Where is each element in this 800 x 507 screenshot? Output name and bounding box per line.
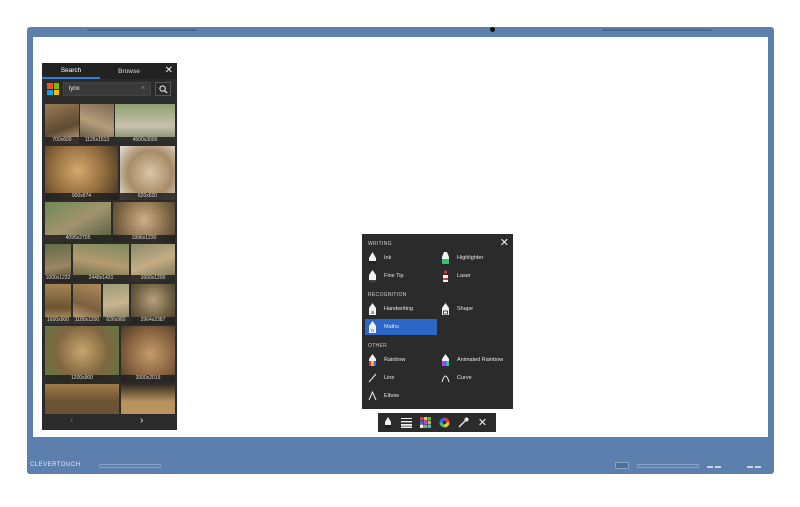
color-grid-icon: [420, 417, 431, 428]
section-other: OTHER: [368, 343, 387, 349]
usb-port-slot: [637, 464, 699, 468]
highlighter-icon: [440, 252, 450, 264]
color-wheel-button[interactable]: [435, 413, 454, 432]
image-result[interactable]: 900x674: [45, 146, 118, 200]
pen-option-handwriting[interactable]: a Handwriting: [367, 301, 413, 317]
microsoft-logo-icon: [47, 83, 59, 95]
image-result[interactable]: 626x960: [103, 284, 129, 324]
image-result[interactable]: [121, 384, 175, 414]
image-result[interactable]: 1180x1200: [73, 284, 101, 324]
search-row: lynx ×: [42, 79, 177, 101]
rainbow-pen-icon: [367, 354, 377, 366]
page: Search Browse ✕ lynx × 700x600 1125x1513…: [0, 0, 800, 507]
section-recognition: RECOGNITION: [368, 292, 407, 298]
image-result[interactable]: [45, 384, 119, 414]
image-result[interactable]: 620x620: [120, 146, 175, 200]
pen-option-line[interactable]: Line: [367, 370, 394, 386]
handwriting-pen-icon: a: [367, 303, 377, 315]
close-icon[interactable]: ✕: [500, 236, 509, 249]
image-results-grid: 700x600 1125x1513 4500x3000 900x674 620x…: [45, 104, 175, 414]
image-result[interactable]: 1600x900: [45, 284, 71, 324]
usb-port-slot: [99, 464, 161, 468]
maths-pen-icon: π: [367, 321, 377, 333]
pen-option-ink[interactable]: Ink: [367, 250, 391, 266]
color-wheel-icon: [439, 417, 450, 428]
elbow-icon: [367, 390, 377, 402]
results-pager: ‹ ›: [42, 414, 177, 430]
hardware-button[interactable]: [615, 462, 629, 469]
pen-option-maths[interactable]: π Maths: [365, 319, 437, 335]
close-icon[interactable]: ✕: [165, 65, 173, 77]
search-input[interactable]: lynx: [63, 82, 151, 96]
indicator-light: [715, 466, 721, 468]
eyedropper-icon: [458, 417, 469, 428]
image-result[interactable]: 2964x2387: [131, 284, 175, 324]
pen-option-curve[interactable]: Curve: [440, 370, 472, 386]
tab-browse[interactable]: Browse: [100, 63, 158, 79]
ink-pen-icon: [367, 252, 377, 264]
curve-icon: [440, 372, 450, 384]
laser-pen-icon: [440, 270, 450, 282]
pen-option-animated-rainbow[interactable]: Animated Rainbow: [440, 352, 503, 368]
eyedropper-button[interactable]: [454, 413, 473, 432]
section-writing: WRITING: [368, 241, 392, 247]
image-result[interactable]: 2000x2019: [121, 326, 175, 382]
display-bezel: Search Browse ✕ lynx × 700x600 1125x1513…: [27, 27, 774, 474]
line-icon: [367, 372, 377, 384]
pen-type-button[interactable]: [378, 413, 397, 432]
image-result[interactable]: 4500x3000: [115, 104, 175, 144]
search-button[interactable]: [155, 82, 171, 96]
svg-text:π: π: [371, 329, 374, 333]
image-result[interactable]: 1996x1230: [113, 202, 175, 242]
image-result[interactable]: 2448x1431: [73, 244, 129, 282]
fine-tip-pen-icon: [367, 270, 377, 282]
bezel-bottom-strip: CLEVERTOUCH: [27, 459, 774, 474]
next-page-button[interactable]: ›: [140, 415, 143, 426]
close-icon: ✕: [477, 417, 488, 429]
image-result[interactable]: 700x600: [45, 104, 79, 144]
brand-logo: CLEVERTOUCH: [30, 462, 81, 468]
indicator-light: [707, 466, 713, 468]
pen-thickness-button[interactable]: [397, 413, 416, 432]
svg-text:a: a: [370, 310, 373, 315]
line-thickness-icon: [401, 418, 412, 428]
whiteboard-screen[interactable]: Search Browse ✕ lynx × 700x600 1125x1513…: [33, 37, 768, 437]
pen-option-laser[interactable]: Laser: [440, 268, 471, 284]
image-result[interactable]: 1000x1232: [45, 244, 71, 282]
indicator-light: [755, 466, 761, 468]
previous-page-button[interactable]: ‹: [70, 415, 73, 426]
pen-icon: [384, 417, 391, 428]
pen-option-rainbow[interactable]: Rainbow: [367, 352, 405, 368]
tab-search[interactable]: Search: [42, 63, 100, 79]
search-icon: [158, 84, 168, 94]
image-result[interactable]: 1125x1513: [80, 104, 114, 144]
search-panel-tabs: Search Browse ✕: [42, 63, 177, 79]
image-result[interactable]: 1600x1200: [131, 244, 175, 282]
pen-option-elbow[interactable]: Elbow: [367, 388, 399, 404]
pen-type-menu: ✕ WRITING Ink Highlighter Fine Tip Laser: [362, 234, 513, 409]
pen-option-shape[interactable]: Shape: [440, 301, 473, 317]
animated-rainbow-pen-icon: [440, 354, 450, 366]
image-result[interactable]: 4095x2705: [45, 202, 111, 242]
color-palette-button[interactable]: [416, 413, 435, 432]
bezel-top-line: [602, 29, 712, 31]
image-search-panel: Search Browse ✕ lynx × 700x600 1125x1513…: [42, 63, 177, 430]
pen-option-highlighter[interactable]: Highlighter: [440, 250, 483, 266]
image-result[interactable]: 1200x900: [45, 326, 119, 382]
pen-option-fine-tip[interactable]: Fine Tip: [367, 268, 404, 284]
shape-pen-icon: [440, 303, 450, 315]
bezel-top-line: [87, 29, 197, 31]
pen-toolbar: ✕: [378, 413, 496, 432]
camera-dot: [490, 27, 495, 32]
close-pen-toolbar-button[interactable]: ✕: [473, 413, 492, 432]
indicator-light: [747, 466, 753, 468]
clear-search-icon[interactable]: ×: [141, 82, 145, 96]
